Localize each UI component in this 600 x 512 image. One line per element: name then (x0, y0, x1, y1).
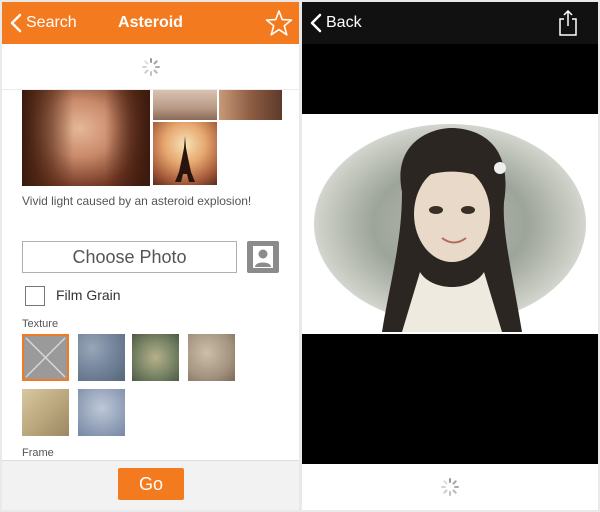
loading-spinner-icon (441, 478, 459, 496)
back-label: Back (326, 14, 362, 31)
no-texture-icon (24, 336, 67, 379)
share-icon[interactable] (558, 10, 578, 36)
portrait-image (382, 127, 522, 332)
letterbox-bottom (302, 334, 598, 464)
top-navbar: Back (302, 2, 598, 44)
film-grain-checkbox[interactable] (25, 286, 45, 306)
texture-option-green-grunge[interactable] (132, 334, 179, 381)
texture-option-stone[interactable] (188, 334, 235, 381)
contact-photo-button[interactable] (247, 241, 279, 273)
letterbox-top (302, 44, 598, 114)
back-button[interactable]: Back (310, 2, 362, 44)
asteroid-screen: Search Asteroid Vivid light caused by an… (2, 2, 299, 510)
texture-option-blue-cloud[interactable] (78, 389, 125, 436)
sample-photo-eiffel[interactable] (153, 122, 217, 185)
result-photo (302, 114, 598, 334)
choose-photo-button[interactable]: Choose Photo (22, 241, 237, 273)
loading-spinner-icon (141, 57, 160, 76)
sample-photo-grid (22, 90, 292, 186)
person-icon (253, 246, 273, 268)
star-icon[interactable] (265, 9, 293, 37)
frame-section-label: Frame (22, 447, 54, 459)
texture-option-paper[interactable] (22, 389, 69, 436)
page-title: Asteroid (118, 14, 183, 31)
loading-bar (302, 464, 598, 510)
texture-section-label: Texture (22, 318, 59, 330)
loading-bar (2, 44, 299, 90)
sample-photo-woman[interactable] (22, 90, 150, 186)
sample-photo-bird[interactable] (153, 90, 217, 120)
texture-none-option[interactable] (22, 334, 69, 381)
chevron-left-icon (310, 13, 322, 33)
result-screen: Back (302, 2, 598, 510)
texture-option-blue-grunge[interactable] (78, 334, 125, 381)
film-grain-label: Film Grain (56, 287, 121, 303)
sample-photo-man[interactable] (219, 90, 282, 120)
eiffel-tower-icon (175, 136, 195, 182)
top-navbar: Search Asteroid (2, 2, 299, 44)
go-button[interactable]: Go (118, 468, 184, 500)
filter-description: Vivid light caused by an asteroid explos… (22, 194, 252, 208)
